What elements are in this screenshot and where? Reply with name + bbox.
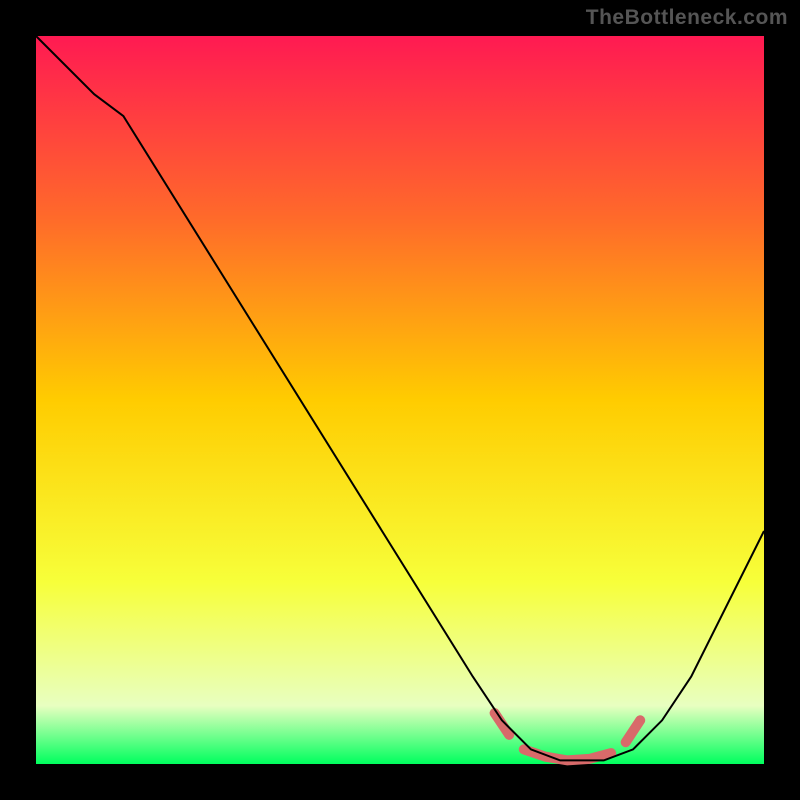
bottleneck-chart xyxy=(0,0,800,800)
watermark-text: TheBottleneck.com xyxy=(586,6,788,30)
plot-background xyxy=(36,36,764,764)
chart-container: TheBottleneck.com xyxy=(0,0,800,800)
